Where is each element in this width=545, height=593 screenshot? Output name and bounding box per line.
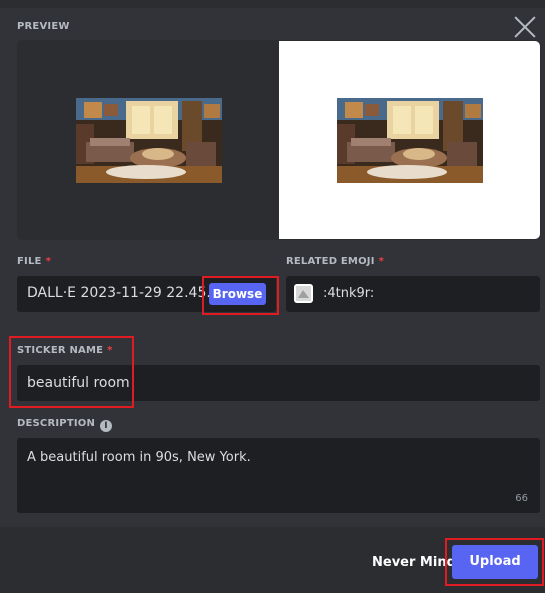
description-textarea[interactable]: A beautiful room in 90s, New York. 66	[17, 438, 540, 513]
emoji-thumbnail-icon	[294, 284, 313, 303]
close-icon[interactable]	[512, 14, 538, 40]
sticker-image-light	[337, 98, 483, 183]
file-label: FILE *	[17, 256, 51, 267]
sticker-image-dark	[76, 98, 222, 183]
sticker-preview	[17, 40, 541, 240]
preview-dark-background	[18, 41, 279, 239]
description-value: A beautiful room in 90s, New York.	[27, 450, 251, 465]
preview-light-background	[279, 41, 540, 239]
sticker-name-label: STICKER NAME *	[17, 345, 113, 356]
browse-button[interactable]: Browse	[209, 283, 266, 305]
related-emoji-label: RELATED EMOJI *	[286, 256, 385, 267]
upload-sticker-modal: PREVIEW FILE * DALL·E 2023-11-29 22.45..…	[0, 0, 545, 593]
related-emoji-field[interactable]: :4tnk9r:	[286, 276, 540, 312]
character-count: 66	[515, 493, 528, 504]
description-label: DESCRIPTION i	[17, 418, 113, 432]
sticker-name-input[interactable]: beautiful room	[17, 365, 540, 401]
file-name: DALL·E 2023-11-29 22.45....	[27, 285, 209, 301]
info-icon[interactable]: i	[100, 420, 113, 432]
upload-button[interactable]: Upload	[452, 545, 538, 579]
never-mind-button[interactable]: Never Mind	[372, 555, 456, 570]
preview-label: PREVIEW	[17, 21, 70, 32]
sticker-name-value: beautiful room	[27, 375, 130, 391]
emoji-value: :4tnk9r:	[323, 286, 375, 301]
modal-top-edge	[0, 0, 545, 8]
